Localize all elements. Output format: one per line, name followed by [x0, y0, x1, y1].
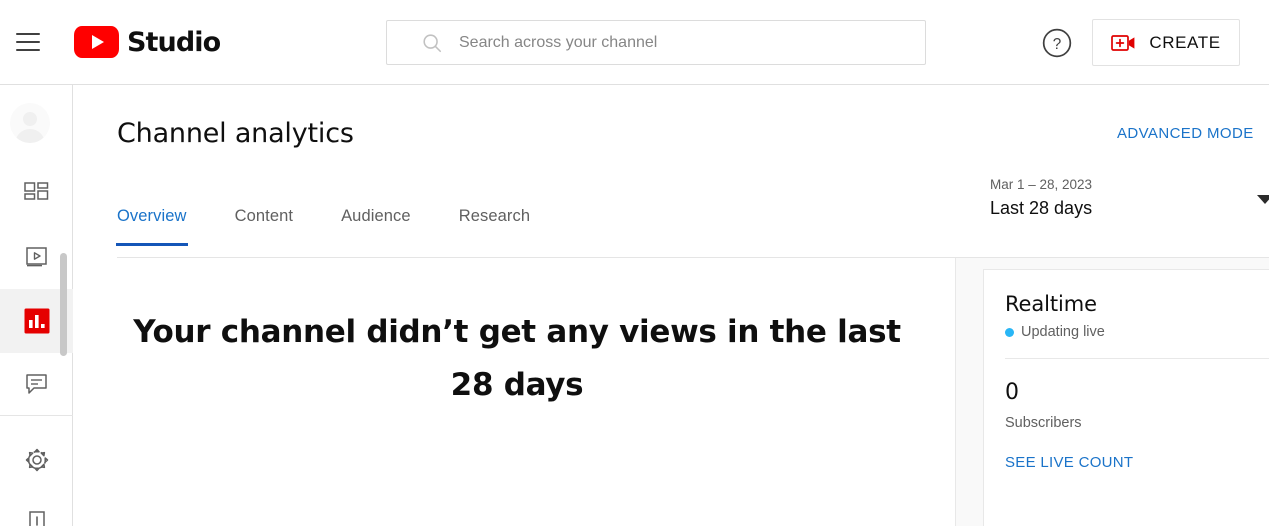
realtime-title: Realtime: [1005, 292, 1097, 316]
date-range-preset-label: Last 28 days: [990, 198, 1093, 219]
realtime-divider: [1005, 358, 1269, 359]
date-range-selector[interactable]: Mar 1 – 28, 2023 Last 28 days: [990, 175, 1092, 221]
live-status-dot-icon: [1005, 327, 1014, 337]
comments-speech-bubble-icon: [22, 369, 52, 399]
sidebar-scrollbar-thumb[interactable]: [60, 253, 67, 356]
tab-audience[interactable]: Audience: [341, 207, 411, 246]
sidebar-item-comments[interactable]: [0, 352, 73, 416]
svg-text:?: ?: [1053, 36, 1062, 53]
video-camera-plus-icon: [1111, 34, 1135, 51]
search-input[interactable]: [457, 32, 913, 53]
realtime-subscribers-value: 0: [1005, 380, 1019, 405]
left-sidebar: [0, 85, 73, 526]
search-icon: [423, 33, 442, 52]
content-video-icon: [22, 242, 52, 272]
tab-content[interactable]: Content: [235, 207, 294, 246]
analytics-tabs: Overview Content Audience Research: [116, 207, 578, 246]
studio-brand-link[interactable]: Studio: [74, 26, 221, 58]
realtime-subscribers-label: Subscribers: [1005, 415, 1082, 431]
send-feedback-exclamation-icon: [22, 508, 52, 526]
tab-research[interactable]: Research: [459, 207, 530, 246]
realtime-rail: Realtime Updating live 0 Subscribers SEE…: [955, 258, 1269, 526]
overview-pane: Your channel didn’t get any views in the…: [73, 258, 955, 526]
tab-overview[interactable]: Overview: [116, 207, 188, 246]
brand-text: Studio: [127, 26, 221, 58]
help-circle-icon[interactable]: ?: [1041, 27, 1073, 59]
create-button[interactable]: CREATE: [1092, 19, 1240, 66]
sidebar-divider: [0, 415, 73, 416]
analytics-bar-chart-icon: [22, 306, 52, 336]
page-title: Channel analytics: [117, 118, 354, 149]
sidebar-item-feedback[interactable]: [0, 491, 73, 526]
date-range-text: Mar 1 – 28, 2023: [990, 177, 1093, 192]
dashboard-grid-icon: [22, 179, 52, 209]
hamburger-menu-icon[interactable]: [16, 33, 40, 51]
avatar-head: [23, 112, 37, 126]
hamburger-line: [16, 33, 40, 35]
realtime-status-label: Updating live: [1021, 324, 1105, 340]
empty-state-headline: Your channel didn’t get any views in the…: [133, 314, 901, 404]
settings-gear-icon: [22, 445, 52, 475]
avatar-body: [15, 129, 45, 143]
search-bar[interactable]: [386, 20, 926, 65]
sidebar-item-settings[interactable]: [0, 428, 73, 492]
top-app-bar: Studio ? CREATE: [0, 0, 1269, 85]
play-triangle: [92, 35, 104, 49]
realtime-card: Realtime Updating live 0 Subscribers SEE…: [983, 269, 1269, 526]
chevron-down-icon[interactable]: [1257, 195, 1269, 204]
youtube-studio-analytics-page: Studio ? CREATE: [0, 0, 1269, 526]
realtime-status: Updating live: [1005, 324, 1262, 340]
sidebar-item-dashboard[interactable]: [0, 162, 73, 226]
advanced-mode-link[interactable]: ADVANCED MODE: [1117, 125, 1254, 142]
see-live-count-link[interactable]: SEE LIVE COUNT: [1005, 454, 1133, 471]
hamburger-line: [16, 41, 40, 43]
youtube-play-logo-icon: [74, 26, 119, 58]
create-button-label: CREATE: [1149, 32, 1221, 52]
channel-avatar-icon[interactable]: [10, 103, 50, 143]
main-content: Channel analytics ADVANCED MODE Mar 1 – …: [73, 85, 1269, 526]
hamburger-line: [16, 49, 40, 51]
